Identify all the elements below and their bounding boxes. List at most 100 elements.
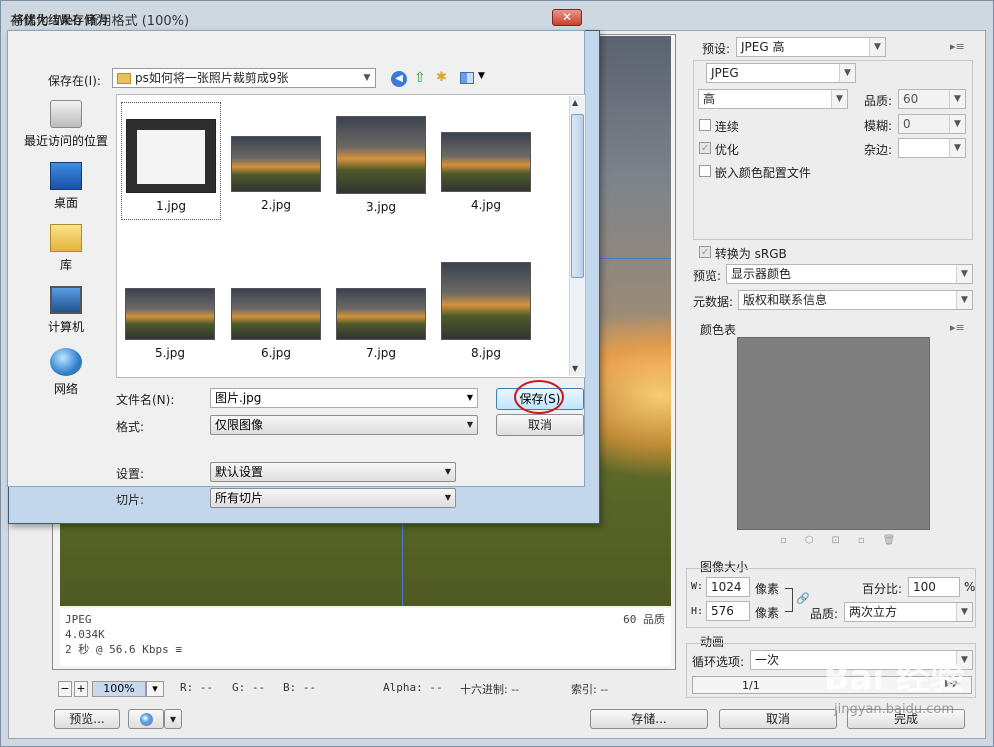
color-table-label: 颜色表 <box>700 323 737 337</box>
progressive-checkbox[interactable]: 连续 <box>699 118 739 135</box>
chevron-down-icon: ▼ <box>363 73 371 83</box>
chevron-down-icon: ▼ <box>839 64 855 82</box>
desktop-icon <box>50 162 82 190</box>
file-name: 8.jpg <box>470 346 502 360</box>
place-label: 最近访问的位置 <box>23 134 108 148</box>
color-table-menu-icon[interactable]: ▸≡ <box>950 321 965 334</box>
frame-counter: 1/1 <box>742 679 760 692</box>
preview-mode-dropdown[interactable]: 显示器颜色 ▼ <box>726 264 973 284</box>
height-field[interactable]: 576 <box>706 601 750 621</box>
loop-value: 一次 <box>755 653 780 667</box>
metadata-dropdown[interactable]: 版权和联系信息 ▼ <box>738 290 973 310</box>
store-button[interactable]: 存储... <box>590 709 708 729</box>
resample-dropdown[interactable]: 两次立方 ▼ <box>844 602 973 622</box>
convert-srgb-checkbox[interactable]: 转换为 sRGB <box>699 245 787 262</box>
chevron-down-icon: ▼ <box>956 603 972 621</box>
place-recent[interactable]: 最近访问的位置 <box>16 100 116 149</box>
blur-field[interactable]: 0 ▼ <box>898 114 966 134</box>
metadata-value: 版权和联系信息 <box>743 293 828 307</box>
panel-menu-icon[interactable]: ▸≡ <box>950 40 965 53</box>
zoom-in-button[interactable]: + <box>74 681 88 697</box>
chevron-down-icon: ▼ <box>466 420 473 429</box>
filename-value: 图片.jpg <box>215 391 262 405</box>
library-icon <box>50 224 82 252</box>
chevron-down-icon[interactable]: ▼ <box>478 71 485 81</box>
matte-dropdown[interactable]: ▼ <box>898 138 966 158</box>
file-item[interactable]: 4.jpg <box>438 102 534 212</box>
up-folder-icon[interactable]: ⇧ <box>414 70 426 86</box>
blur-label: 模糊: <box>864 119 893 133</box>
place-network[interactable]: 网络 <box>16 348 116 397</box>
percent-label: 百分比: <box>862 582 903 596</box>
compression-dropdown[interactable]: 高 ▼ <box>698 89 848 109</box>
chevron-down-icon: ▼ <box>466 393 473 402</box>
scrollbar-thumb[interactable] <box>571 114 584 278</box>
settings-value: 默认设置 <box>215 465 264 479</box>
place-desktop[interactable]: 桌面 <box>16 162 116 211</box>
file-item[interactable]: 5.jpg <box>122 250 218 360</box>
cancel-button[interactable]: 取消 <box>719 709 837 729</box>
chevron-down-icon: ▼ <box>956 265 972 283</box>
save-in-dropdown[interactable]: ps如何将一张照片裁剪成9张 ▼ <box>112 68 376 88</box>
blur-value: 0 <box>903 117 911 131</box>
browser-preview-button[interactable] <box>128 709 164 729</box>
settings-select[interactable]: 默认设置 ▼ <box>210 462 456 482</box>
file-item[interactable]: 6.jpg <box>228 250 324 360</box>
place-libraries[interactable]: 库 <box>16 224 116 273</box>
place-computer[interactable]: 计算机 <box>16 286 116 335</box>
quality-field[interactable]: 60 ▼ <box>898 89 966 109</box>
preview-size: 4.034K <box>65 628 105 641</box>
zoom-out-button[interactable]: − <box>58 681 72 697</box>
file-item[interactable]: 7.jpg <box>333 250 429 360</box>
place-label: 网络 <box>53 382 78 396</box>
slices-value: 所有切片 <box>215 491 264 505</box>
width-field[interactable]: 1024 <box>706 577 750 597</box>
file-item[interactable]: 8.jpg <box>438 250 534 360</box>
view-menu-icon[interactable] <box>460 72 474 84</box>
percent-field[interactable]: 100 <box>908 577 960 597</box>
file-item[interactable]: 1.jpg <box>121 102 221 220</box>
file-thumbnail <box>441 132 531 192</box>
file-item[interactable]: 2.jpg <box>228 102 324 212</box>
embed-profile-label: 嵌入颜色配置文件 <box>714 166 811 180</box>
preset-dropdown[interactable]: JPEG 高 ▼ <box>736 37 886 57</box>
preview-button[interactable]: 预览... <box>54 709 120 729</box>
new-folder-icon[interactable]: ✱ <box>436 70 447 85</box>
resample-value: 两次立方 <box>849 605 898 619</box>
filename-input[interactable]: 图片.jpg ▼ <box>210 388 478 408</box>
width-unit: 像素 <box>755 582 780 596</box>
file-name: 5.jpg <box>154 346 186 360</box>
preview-menu-icon[interactable]: ≡ <box>175 643 182 656</box>
zoom-level-field[interactable]: 100% <box>92 681 146 697</box>
preview-mode-label: 预览: <box>693 269 722 283</box>
quality-label: 品质: <box>864 94 893 108</box>
folder-icon <box>117 73 131 84</box>
place-label: 计算机 <box>47 320 84 334</box>
slices-select[interactable]: 所有切片 ▼ <box>210 488 456 508</box>
color-table-tools[interactable]: ▫⬡⊡▫🗑 <box>780 535 913 546</box>
dialog-title: 将优化结果存储为 <box>12 13 109 27</box>
chain-link-icon[interactable]: 🔗 <box>796 592 810 605</box>
chevron-down-icon: ▼ <box>949 90 965 108</box>
zoom-dropdown-icon[interactable]: ▾ <box>146 681 164 697</box>
scroll-down-icon[interactable]: ▼ <box>572 364 578 373</box>
percent-unit: % <box>964 580 976 594</box>
browser-dropdown-icon[interactable]: ▾ <box>164 709 182 729</box>
dialog-cancel-button[interactable]: 取消 <box>496 414 584 436</box>
preview-format: JPEG <box>65 613 92 626</box>
file-item[interactable]: 3.jpg <box>333 102 429 214</box>
scroll-up-icon[interactable]: ▲ <box>572 98 578 107</box>
recent-places-icon <box>50 100 82 128</box>
preview-mode-value: 显示器颜色 <box>731 267 792 281</box>
matte-label: 杂边: <box>864 143 893 157</box>
format-select[interactable]: 仅限图像 ▼ <box>210 415 478 435</box>
embed-profile-checkbox[interactable]: 嵌入颜色配置文件 <box>699 164 811 181</box>
back-icon[interactable]: ◀ <box>391 71 407 87</box>
chevron-down-icon: ▼ <box>444 493 451 502</box>
format-dropdown[interactable]: JPEG ▼ <box>706 63 856 83</box>
readout-g: G: -- <box>232 681 266 694</box>
optimized-checkbox[interactable]: 优化 <box>699 141 739 158</box>
file-thumbnail <box>336 116 426 194</box>
preset-label: 预设: <box>702 42 731 56</box>
close-icon[interactable]: ✕ <box>552 9 582 26</box>
